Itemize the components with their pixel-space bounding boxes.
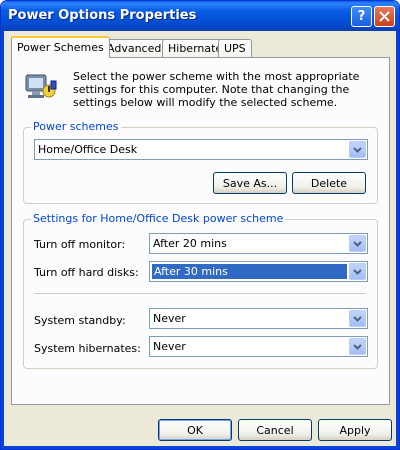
help-button[interactable]: ? — [351, 6, 372, 27]
power-scheme-select[interactable]: Home/Office Desk — [34, 139, 368, 160]
turn-off-monitor-value: After 20 mins — [153, 237, 227, 250]
chevron-down-icon — [353, 343, 362, 350]
settings-separator — [34, 293, 366, 294]
power-options-dialog: Power Options Properties ? Power Schemes… — [0, 0, 400, 450]
dropdown-button[interactable] — [349, 310, 366, 327]
intro-description: Select the power scheme with the most ap… — [73, 70, 360, 109]
window-frame-bottom — [1, 446, 399, 449]
title-bar[interactable]: Power Options Properties ? — [1, 1, 399, 31]
window-frame-right — [396, 31, 399, 449]
chevron-down-icon — [353, 315, 362, 322]
dropdown-button[interactable] — [349, 263, 366, 280]
ok-label: OK — [187, 423, 203, 437]
chevron-down-icon — [353, 268, 362, 275]
delete-button[interactable]: Delete — [292, 172, 366, 194]
cancel-button[interactable]: Cancel — [238, 419, 312, 441]
window-frame-left — [1, 31, 4, 449]
turn-off-hard-disks-select[interactable]: After 30 mins — [149, 261, 368, 282]
tab-power-schemes[interactable]: Power Schemes — [11, 36, 110, 58]
power-schemes-group-title: Power schemes — [31, 120, 121, 133]
chevron-down-icon — [353, 240, 362, 247]
save-as-label: Save As... — [222, 176, 278, 190]
save-as-button[interactable]: Save As... — [213, 172, 287, 194]
tab-advanced[interactable]: Advanced — [101, 39, 168, 57]
delete-label: Delete — [310, 176, 348, 190]
turn-off-monitor-label: Turn off monitor: — [34, 238, 126, 251]
apply-button[interactable]: Apply — [318, 419, 392, 441]
tab-label: Hibernate — [168, 42, 223, 55]
tab-label: Power Schemes — [17, 41, 104, 54]
system-hibernates-label: System hibernates: — [34, 342, 141, 355]
system-hibernates-select[interactable]: Never — [149, 336, 368, 357]
turn-off-monitor-select[interactable]: After 20 mins — [149, 233, 368, 254]
apply-label: Apply — [339, 423, 371, 437]
help-icon: ? — [357, 9, 366, 24]
turn-off-hard-disks-value: After 30 mins — [152, 264, 347, 279]
settings-group-title: Settings for Home/Office Desk power sche… — [31, 212, 286, 225]
close-button[interactable] — [374, 6, 395, 27]
tab-label: Advanced — [107, 42, 162, 55]
tab-ups[interactable]: UPS — [218, 39, 252, 57]
turn-off-hard-disks-label: Turn off hard disks: — [34, 266, 139, 279]
cancel-label: Cancel — [256, 423, 294, 437]
power-options-icon — [25, 74, 57, 98]
ok-button[interactable]: OK — [158, 419, 232, 441]
dropdown-button[interactable] — [349, 235, 366, 252]
system-standby-value: Never — [153, 312, 186, 325]
tab-label: UPS — [224, 42, 246, 55]
system-hibernates-value: Never — [153, 340, 186, 353]
close-icon — [379, 11, 390, 22]
chevron-down-icon — [353, 146, 362, 153]
power-scheme-value: Home/Office Desk — [38, 143, 138, 156]
system-standby-select[interactable]: Never — [149, 308, 368, 329]
dropdown-button[interactable] — [349, 141, 366, 158]
window-title: Power Options Properties — [8, 8, 197, 23]
dropdown-button[interactable] — [349, 338, 366, 355]
system-standby-label: System standby: — [34, 314, 126, 327]
